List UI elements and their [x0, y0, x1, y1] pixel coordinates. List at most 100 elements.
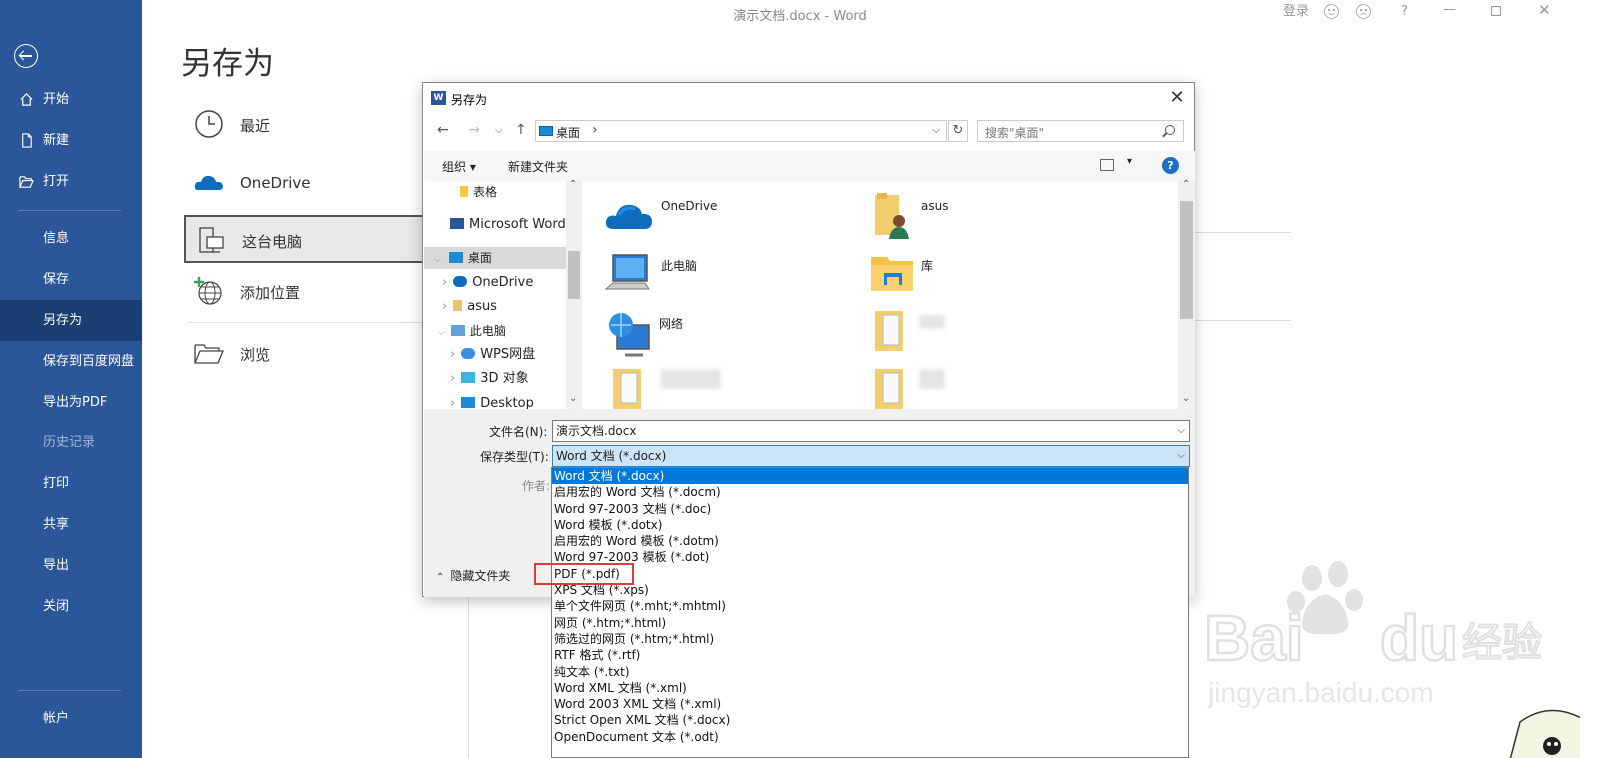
file-item[interactable]: asus [873, 193, 1093, 241]
filename-value: 演示文档.docx [556, 424, 637, 438]
recent-locations-chevron-icon[interactable]: ⌵ [495, 125, 503, 136]
filetype-select[interactable]: Word 文档 (*.docx) ⌵ [552, 445, 1190, 467]
dialog-close-icon[interactable]: ✕ [1165, 88, 1189, 108]
nav-save[interactable]: 保存 [0, 259, 142, 300]
expand-chevron-icon[interactable]: › [442, 275, 447, 290]
nav-info[interactable]: 信息 [0, 218, 142, 259]
nav-account[interactable]: 帐户 [0, 698, 142, 739]
chevron-down-icon[interactable]: ⌵ [1177, 446, 1185, 466]
smile-feedback-icon[interactable] [1324, 4, 1339, 24]
filetype-option[interactable]: Word 文档 (*.docx) [552, 468, 1188, 485]
help-button[interactable]: ? [1401, 4, 1408, 20]
expand-chevron-icon[interactable]: ⌵ [438, 328, 445, 338]
location-add-place[interactable]: 添加位置 [184, 268, 424, 316]
restore-icon[interactable] [1491, 5, 1501, 21]
up-arrow-icon[interactable]: ↑ [515, 122, 527, 138]
nav-save-to-baidu[interactable]: 保存到百度网盘 [0, 341, 142, 382]
nav-share[interactable]: 共享 [0, 504, 142, 545]
tree-item[interactable]: › OneDrive [442, 272, 533, 294]
filetype-option[interactable]: RTF 格式 (*.rtf) [552, 647, 1188, 663]
nav-close[interactable]: 关闭 [0, 586, 142, 627]
file-item[interactable]: OneDrive [605, 195, 825, 235]
nav-export[interactable]: 导出 [0, 545, 142, 586]
folder-icon [875, 369, 903, 409]
chevron-down-icon[interactable]: ⌵ [1177, 421, 1185, 441]
filetype-option[interactable]: 纯文本 (*.txt) [552, 664, 1188, 680]
file-scrollbar-thumb[interactable] [1180, 201, 1193, 319]
filetype-option[interactable]: 网页 (*.htm;*.html) [552, 615, 1188, 631]
filetype-dropdown-list: Word 文档 (*.docx) 启用宏的 Word 文档 (*.docm) W… [551, 467, 1189, 758]
tree-item[interactable]: › 3D 对象 [450, 368, 529, 390]
nav-open[interactable]: 打开 [0, 161, 142, 202]
file-item[interactable]: 库 [869, 251, 1089, 299]
filename-field[interactable]: 演示文档.docx ⌵ [552, 420, 1190, 442]
filetype-option[interactable]: Word XML 文档 (*.xml) [552, 680, 1188, 696]
nav-print[interactable]: 打印 [0, 463, 142, 504]
filetype-option[interactable]: Word 2003 XML 文档 (*.xml) [552, 696, 1188, 712]
new-folder-button[interactable]: 新建文件夹 [508, 158, 568, 175]
location-onedrive[interactable]: OneDrive [184, 160, 424, 208]
change-view-icon[interactable] [1100, 159, 1114, 171]
nav-new[interactable]: 新建 [0, 120, 142, 161]
organize-button[interactable]: 组织 ▾ [442, 158, 476, 175]
tree-item[interactable]: ⌵ 桌面 [424, 247, 567, 269]
view-dropdown-icon[interactable]: ▾ [1127, 156, 1132, 167]
file-item[interactable]: 此电脑 [605, 251, 825, 299]
minimize-icon[interactable]: — [1443, 2, 1456, 18]
address-breadcrumb[interactable]: 桌面 [556, 124, 580, 141]
filename-label: 文件名(N): [489, 425, 548, 439]
tree-item[interactable]: › Desktop [450, 393, 534, 409]
nav-save-as[interactable]: 另存为 [0, 300, 142, 341]
tree-item[interactable]: › asus [442, 296, 497, 318]
location-this-pc[interactable]: 这台电脑 [184, 215, 424, 263]
file-item[interactable] [873, 365, 953, 409]
file-item[interactable]: 网络 [607, 309, 827, 357]
login-link[interactable]: 登录 [1283, 4, 1309, 20]
filetype-option[interactable]: Word 97-2003 文档 (*.doc) [552, 501, 1188, 517]
file-item[interactable] [873, 307, 953, 355]
filetype-option[interactable]: XPS 文档 (*.xps) [552, 582, 1188, 598]
location-recent-label: 最近 [240, 117, 271, 135]
address-bar[interactable]: 桌面 › ⌵ [535, 120, 947, 142]
baidu-jingyan-watermark: Bai du 经验 jingyan.baidu.com [1203, 561, 1580, 758]
filetype-option[interactable]: 单个文件网页 (*.mht;*.mhtml) [552, 598, 1188, 614]
nav-home[interactable]: 开始 [0, 79, 142, 120]
breadcrumb-chevron-icon[interactable]: › [592, 122, 598, 138]
filetype-option[interactable]: Strict Open XML 文档 (*.docx) [552, 712, 1188, 728]
filetype-option-pdf[interactable]: PDF (*.pdf) [552, 566, 1188, 582]
location-browse[interactable]: 浏览 [184, 330, 424, 378]
close-window-icon[interactable]: ✕ [1538, 2, 1551, 18]
chevron-up-icon: ⌃ [436, 572, 445, 583]
tree-item[interactable]: 表格 [460, 181, 497, 203]
tree-item[interactable]: Microsoft Word [450, 214, 566, 236]
nav-export-pdf[interactable]: 导出为PDF [0, 382, 142, 423]
tree-item[interactable]: ⌵ 此电脑 [438, 320, 506, 342]
help-icon[interactable]: ? [1162, 157, 1179, 174]
hide-folders-button[interactable]: ⌃ 隐藏文件夹 [436, 567, 510, 584]
filetype-option[interactable]: Word 模板 (*.dotx) [552, 517, 1188, 533]
filetype-option[interactable]: 筛选过的网页 (*.htm;*.html) [552, 631, 1188, 647]
location-browse-label: 浏览 [240, 346, 271, 364]
back-arrow-icon[interactable] [14, 44, 38, 68]
refresh-icon[interactable]: ↻ [948, 120, 968, 142]
address-dropdown-icon[interactable]: ⌵ [932, 123, 940, 137]
filetype-option[interactable]: Word 97-2003 模板 (*.dot) [552, 549, 1188, 565]
search-icon[interactable] [1165, 125, 1175, 135]
tree-item[interactable]: › WPS网盘 [450, 344, 535, 366]
expand-chevron-icon[interactable]: › [442, 299, 447, 314]
expand-chevron-icon[interactable]: › [450, 347, 455, 362]
file-name: 库 [921, 259, 934, 273]
back-arrow-icon[interactable]: ← [437, 122, 449, 138]
file-item[interactable] [611, 365, 751, 409]
location-recent[interactable]: 最近 [184, 101, 424, 149]
filetype-option[interactable]: 启用宏的 Word 模板 (*.dotm) [552, 533, 1188, 549]
expand-chevron-icon[interactable]: › [450, 396, 455, 409]
expand-chevron-icon[interactable]: ⌵ [434, 255, 441, 265]
filetype-option[interactable]: 启用宏的 Word 文档 (*.docm) [552, 484, 1188, 500]
filetype-option[interactable]: OpenDocument 文本 (*.odt) [552, 729, 1188, 745]
search-input[interactable]: 搜索"桌面" [977, 120, 1184, 142]
nav-scrollbar-thumb[interactable] [568, 251, 580, 299]
locations-divider [189, 322, 429, 323]
frown-feedback-icon[interactable] [1356, 4, 1371, 24]
expand-chevron-icon[interactable]: › [450, 371, 455, 386]
